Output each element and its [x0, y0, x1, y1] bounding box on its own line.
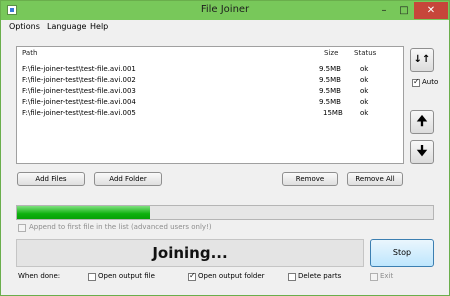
auto-label: Auto: [422, 78, 439, 86]
list-item[interactable]: F:\file-joiner-test\test-file.avi.004 9.…: [17, 97, 403, 108]
file-status: ok: [360, 109, 369, 117]
file-joiner-window: File Joiner – □ ✕ Options Language Help …: [0, 0, 450, 296]
file-path: F:\file-joiner-test\test-file.avi.003: [22, 87, 136, 95]
stop-button[interactable]: Stop: [370, 239, 434, 267]
status-text: Joining...: [152, 244, 228, 262]
file-status: ok: [360, 98, 369, 106]
open-output-folder-checkbox[interactable]: [188, 271, 196, 281]
list-item[interactable]: F:\file-joiner-test\test-file.avi.003 9.…: [17, 86, 403, 97]
when-done-label: When done:: [18, 272, 61, 280]
column-header-path[interactable]: Path: [22, 49, 37, 57]
menu-language[interactable]: Language: [47, 22, 86, 31]
append-label: Append to first file in the list (advanc…: [29, 223, 212, 231]
file-list[interactable]: Path Size Status F:\file-joiner-test\tes…: [16, 46, 404, 164]
status-panel: Joining...: [16, 239, 364, 267]
column-header-size[interactable]: Size: [324, 49, 338, 57]
move-up-button[interactable]: 🠉: [410, 110, 434, 134]
title-bar[interactable]: File Joiner – □ ✕: [1, 1, 449, 20]
list-item[interactable]: F:\file-joiner-test\test-file.avi.005 15…: [17, 108, 403, 119]
progress-bar: [16, 205, 434, 220]
move-down-button[interactable]: 🠋: [410, 140, 434, 164]
column-header-status[interactable]: Status: [354, 49, 376, 57]
remove-all-button[interactable]: Remove All: [347, 172, 403, 186]
file-status: ok: [360, 87, 369, 95]
delete-parts-checkbox[interactable]: [288, 273, 296, 281]
open-output-folder-label: Open output folder: [198, 272, 265, 280]
arrow-up-icon: 🠉: [416, 114, 428, 129]
progress-fill: [17, 206, 151, 219]
sort-icon: ↓↑: [413, 54, 431, 65]
file-size: 9.5MB: [319, 76, 341, 84]
minimize-button[interactable]: –: [374, 2, 394, 19]
file-path: F:\file-joiner-test\test-file.avi.001: [22, 65, 136, 73]
file-size: 9.5MB: [319, 65, 341, 73]
sort-button[interactable]: ↓↑: [410, 48, 434, 72]
add-files-button[interactable]: Add Files: [17, 172, 85, 186]
exit-label: Exit: [380, 272, 394, 280]
menu-options[interactable]: Options: [9, 22, 40, 31]
file-path: F:\file-joiner-test\test-file.avi.004: [22, 98, 136, 106]
exit-checkbox[interactable]: [370, 273, 378, 281]
menu-bar: Options Language Help: [2, 20, 448, 34]
append-checkbox[interactable]: [18, 224, 26, 232]
open-output-file-label: Open output file: [98, 272, 155, 280]
file-size: 9.5MB: [319, 98, 341, 106]
delete-parts-label: Delete parts: [298, 272, 342, 280]
maximize-button[interactable]: □: [394, 2, 414, 19]
arrow-down-icon: 🠋: [416, 144, 428, 159]
list-item[interactable]: F:\file-joiner-test\test-file.avi.002 9.…: [17, 75, 403, 86]
file-status: ok: [360, 76, 369, 84]
file-path: F:\file-joiner-test\test-file.avi.005: [22, 109, 136, 117]
file-size: 15MB: [323, 109, 343, 117]
file-size: 9.5MB: [319, 87, 341, 95]
menu-help[interactable]: Help: [90, 22, 108, 31]
close-button[interactable]: ✕: [414, 2, 448, 19]
add-folder-button[interactable]: Add Folder: [94, 172, 162, 186]
open-output-file-checkbox[interactable]: [88, 273, 96, 281]
remove-button[interactable]: Remove: [282, 172, 338, 186]
file-path: F:\file-joiner-test\test-file.avi.002: [22, 76, 136, 84]
list-item[interactable]: F:\file-joiner-test\test-file.avi.001 9.…: [17, 64, 403, 75]
auto-checkbox[interactable]: [412, 77, 420, 87]
file-status: ok: [360, 65, 369, 73]
